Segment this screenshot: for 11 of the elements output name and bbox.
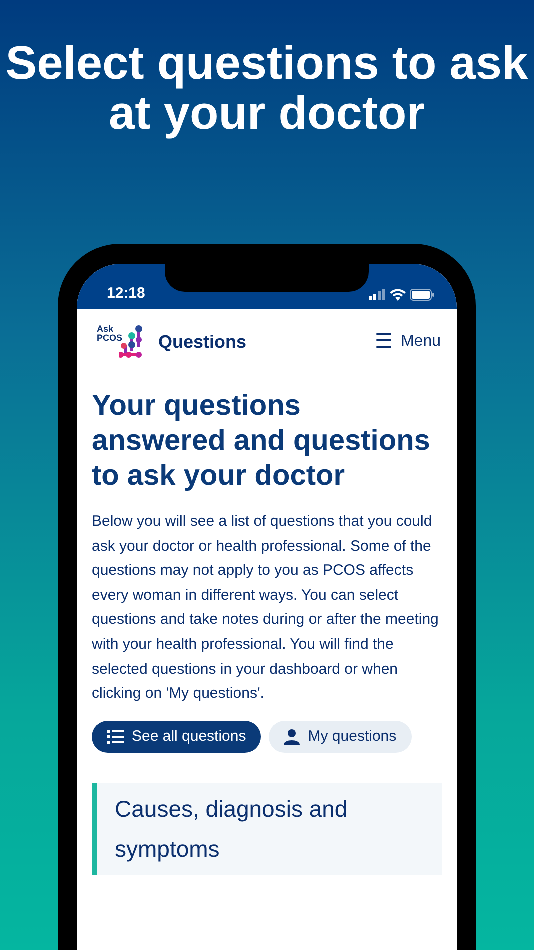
- status-time: 12:18: [107, 284, 146, 304]
- question-filter-button[interactable]: My questions: [269, 720, 412, 754]
- question-filter-button[interactable]: See all questions: [92, 720, 262, 754]
- logo-text: PCOS: [97, 334, 123, 343]
- intro-paragraph: Below you will see a list of questions that you could ask your doctor or health professional. Some of the questions may not apply to you as PCOS affects every woman in different ways. You can select questions and take notes during or after the meeting with your health professional. You will find the selected questions in your dashboard or when clicking on 'My questions'.: [92, 512, 440, 704]
- headline: Select questions to ask at your doctor: [4, 35, 530, 138]
- section-heading[interactable]: Causes, diagnosis and symptoms: [92, 783, 442, 876]
- page-heading: Your questions answered and questions to ask your doctor: [92, 389, 432, 494]
- menu-button[interactable]: ☰ Menu: [374, 327, 441, 357]
- logo-text: Ask: [97, 325, 115, 334]
- page-title: Questions: [158, 330, 247, 354]
